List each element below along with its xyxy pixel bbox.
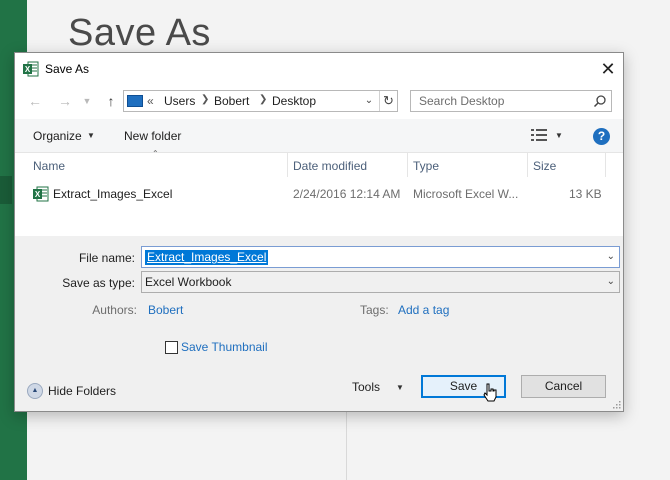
- search-icon: [593, 95, 606, 108]
- file-type: Microsoft Excel W...: [413, 187, 519, 201]
- mouse-pointer-icon: [483, 383, 497, 402]
- address-dropdown-icon[interactable]: ⌄: [360, 92, 378, 110]
- new-folder-button[interactable]: New folder: [124, 129, 181, 143]
- file-name: Extract_Images_Excel: [53, 187, 173, 201]
- add-tag-link[interactable]: Add a tag: [398, 303, 449, 317]
- sort-ascending-icon: ⌃: [152, 149, 159, 158]
- hide-folders-button[interactable]: Hide Folders: [48, 384, 116, 398]
- file-list: ⌃ Name Date modified Type Size X Extract…: [15, 149, 623, 236]
- file-name-value: Extract_Images_Excel: [145, 250, 269, 265]
- svg-text:X: X: [35, 190, 41, 199]
- breadcrumb-bobert[interactable]: Bobert: [214, 94, 249, 108]
- back-arrow-icon[interactable]: ←: [27, 93, 43, 109]
- close-icon: ✕: [600, 58, 616, 79]
- breadcrumb-separator-icon[interactable]: ❯: [259, 94, 267, 105]
- chevron-up-icon[interactable]: ▲: [27, 383, 43, 399]
- tools-caret-icon[interactable]: ▼: [396, 383, 404, 392]
- file-name-label: File name:: [78, 251, 135, 265]
- search-placeholder: Search Desktop: [419, 94, 505, 108]
- computer-icon: [127, 95, 143, 107]
- svg-text:X: X: [25, 65, 31, 74]
- column-separator[interactable]: [527, 153, 528, 177]
- authors-label: Authors:: [92, 303, 137, 317]
- address-row: ← → ▼ ↑ « Users ❯ Bobert ❯ Desktop ⌄ ↻ S…: [15, 85, 623, 119]
- save-thumbnail-label[interactable]: Save Thumbnail: [181, 340, 268, 354]
- cancel-button[interactable]: Cancel: [521, 375, 606, 398]
- column-header-name[interactable]: Name: [33, 159, 65, 173]
- save-as-dialog: X Save As ✕ ← → ▼ ↑ « Users ❯ Bobert ❯ D…: [14, 52, 624, 412]
- column-header-date[interactable]: Date modified: [293, 159, 367, 173]
- file-name-dropdown-icon[interactable]: ⌄: [607, 251, 615, 262]
- breadcrumb-desktop[interactable]: Desktop: [272, 94, 316, 108]
- backstage-sidebar-marker: [0, 176, 12, 204]
- backstage-title: Save As: [68, 12, 211, 54]
- forward-arrow-icon[interactable]: →: [57, 93, 73, 109]
- save-type-label: Save as type:: [62, 276, 135, 290]
- breadcrumb-root-icon[interactable]: «: [147, 94, 154, 108]
- help-icon[interactable]: ?: [593, 128, 610, 145]
- file-name-input[interactable]: Extract_Images_Excel ⌄: [141, 246, 620, 268]
- breadcrumb-separator-icon[interactable]: ❯: [201, 94, 209, 105]
- file-size: 13 KB: [569, 187, 602, 201]
- view-caret-icon[interactable]: ▼: [555, 131, 563, 140]
- file-row[interactable]: X Extract_Images_Excel 2/24/2016 12:14 A…: [29, 183, 604, 205]
- save-type-select[interactable]: Excel Workbook ⌄: [141, 271, 620, 293]
- tags-label: Tags:: [360, 303, 389, 317]
- up-arrow-icon[interactable]: ↑: [103, 93, 119, 109]
- organize-caret-icon[interactable]: ▼: [87, 131, 95, 140]
- file-date-modified: 2/24/2016 12:14 AM: [293, 187, 401, 201]
- dialog-title: Save As: [45, 62, 90, 76]
- address-bar[interactable]: « Users ❯ Bobert ❯ Desktop ⌄ ↻: [123, 90, 398, 112]
- organize-button[interactable]: Organize: [33, 129, 82, 143]
- tools-button[interactable]: Tools: [352, 380, 380, 394]
- backstage-divider: [346, 410, 347, 480]
- save-thumbnail-checkbox[interactable]: [165, 341, 178, 354]
- close-button[interactable]: ✕: [593, 53, 623, 85]
- column-header-size[interactable]: Size: [533, 159, 556, 173]
- recent-locations-icon[interactable]: ▼: [79, 93, 95, 109]
- dialog-titlebar[interactable]: X Save As ✕: [15, 53, 623, 85]
- save-type-dropdown-icon[interactable]: ⌄: [607, 276, 615, 287]
- excel-file-icon: X: [33, 186, 49, 202]
- refresh-icon[interactable]: ↻: [379, 91, 397, 111]
- resize-grip-icon[interactable]: [612, 400, 621, 409]
- excel-app-icon: X: [23, 61, 39, 77]
- search-box[interactable]: Search Desktop: [410, 90, 612, 112]
- command-toolbar: Organize ▼ New folder ▼ ?: [15, 119, 623, 153]
- column-separator: [605, 153, 606, 177]
- column-header-type[interactable]: Type: [413, 159, 439, 173]
- authors-value[interactable]: Bobert: [148, 303, 183, 317]
- save-type-value: Excel Workbook: [145, 275, 232, 289]
- column-separator[interactable]: [407, 153, 408, 177]
- column-separator[interactable]: [287, 153, 288, 177]
- view-options-icon[interactable]: [531, 128, 547, 142]
- breadcrumb-users[interactable]: Users: [164, 94, 195, 108]
